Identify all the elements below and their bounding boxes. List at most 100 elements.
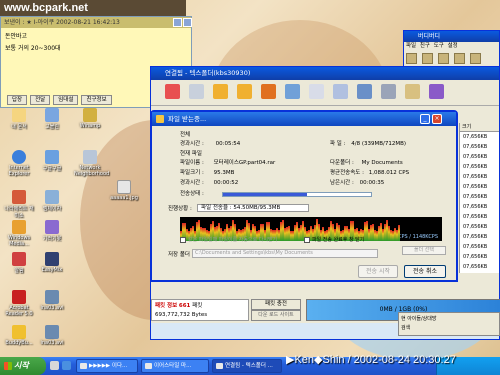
rename-icon[interactable] [333,84,348,99]
desktop-icon-network[interactable]: Network Neighborhood [74,150,109,177]
alarm-icon [12,252,26,266]
avg-speed-row: 평균전송속도 : 1,088.012 CPS [330,168,409,176]
remain-label: 남은시간 : [330,180,354,186]
download-dialog: 파일 받는중... _ × 전체 경과시간 : 00:05:54 파 일 : 4… [150,110,458,282]
desktop-icon-avi[interactable]: ina03.avi [36,290,68,311]
delete-icon[interactable] [309,84,324,99]
state-label: 전송상태 : [180,191,204,197]
packet-count: 661 [178,303,191,309]
dialog-title: 파일 받는중... [168,115,207,123]
taskbar-item-style[interactable]: 이어스타일 마... [141,359,209,373]
target-label: 다운폴더 : [330,160,354,166]
folder-select-button[interactable]: 폴더 선택 [402,246,446,255]
elapsed2-label: 경과시간 : [180,180,204,186]
desktop-icon-app[interactable]: 나라에리트 재미소 [3,190,35,219]
desktop-icon-internet-explorer[interactable]: Internet Explorer [3,150,35,177]
save-button[interactable]: 임대설 [53,95,79,105]
transfer-rate-box: 파일 전송율 : 54.50MB/95.3MB [197,204,309,212]
close-button[interactable] [183,18,192,27]
filename-row: 파일이름 : 모터레이스GP.part04.rar [180,158,275,166]
file-size-cell: 07,656KB [463,204,488,210]
taskbar-item-memo[interactable]: ▶▶▶▶▶ 이다... [76,359,138,373]
friend-info-button[interactable]: 친구정보 [81,95,112,105]
files-label: 파 일 : [330,141,346,147]
desktop-icon-alarm[interactable]: 알림 [3,252,35,274]
minimize-button[interactable]: _ [420,114,430,124]
desktop-icon-easymix[interactable]: EasyMix [36,252,68,273]
minimize-button[interactable] [173,18,182,27]
settings-icon[interactable] [405,84,420,99]
remain-row: 남은시간 : 00:00:35 [330,178,384,186]
window-icon [216,363,223,369]
file-size-cell: 07,656KB [463,194,488,200]
packet-charge-button[interactable]: 패킷 충전 [251,299,301,310]
list-icon[interactable] [381,84,396,99]
elapsed-value: 00:05:54 [215,141,241,147]
toolbar-icon[interactable] [470,53,481,64]
target-value: My Documents [361,160,403,166]
menu-settings[interactable]: 설정 [448,43,458,49]
desktop-icon-buddybuddy[interactable]: BuddyBu... [3,325,35,346]
file-size-column: 크기 07,656KB 07,656KB 07,656KB 07,656KB 0… [459,123,499,273]
desktop-icon-app3[interactable]: 기러기봇 [36,220,68,242]
new-folder-icon[interactable] [237,84,252,99]
desktop-icon-my-documents[interactable]: 내 문서 [3,108,35,130]
menu-file[interactable]: 파일 [406,43,416,49]
desktop-icon-acrobat[interactable]: Acrobat Reader 5.0 [3,290,35,317]
reply-button[interactable]: 답장 [7,95,28,105]
toolbar-icon[interactable] [438,53,449,64]
option-auto-rename[interactable]: 같은 파일일때 파일이름 자동으로 다시받기 [180,236,277,243]
ie-icon [12,150,26,164]
remain-value: 00:00:35 [359,180,385,186]
desktop-icon-google[interactable]: 구글구글 [36,150,68,172]
save-path-field[interactable]: C:\Documents and Settings\kbs\My Documen… [192,249,378,258]
graph-bar [398,224,400,241]
desktop-icon-avi2[interactable]: ina03.avi [36,325,68,346]
size-column-header[interactable]: 크기 [460,123,499,132]
toolbar-icon[interactable] [454,53,465,64]
checkbox[interactable] [180,236,186,243]
download-site-button[interactable]: 다운 로드 사이트 [251,310,301,321]
help-icon[interactable] [429,84,444,99]
packet-info-label: 패킷 정보 [155,303,178,309]
menu-tools[interactable]: 도구 [434,43,444,49]
network-icon [83,150,97,164]
desktop-icon-media-player[interactable]: Windows Media... [3,220,35,247]
user-search-button[interactable]: 검색 [401,324,497,333]
file-size-cell: 07,656KB [463,164,488,170]
user-list-header: 현 아이들/상대방 [401,316,437,322]
option-close-on-complete[interactable]: 파일 전송 완료후 창 닫기 [304,236,364,243]
taskbar-item-filemanager[interactable]: 연결됨 - 텍스폴더 ... [212,359,282,373]
desktop-icon-app2[interactable]: 엠제이자 [36,190,68,212]
view-icon[interactable] [357,84,372,99]
start-button[interactable]: 시작 [0,357,46,375]
upload-icon[interactable] [261,84,276,99]
tool-icon[interactable] [189,84,204,99]
refresh-icon[interactable] [285,84,300,99]
desktop-icon-winamp[interactable]: Winamp [74,108,106,129]
dialog-titlebar: 파일 받는중... _ × [152,112,456,126]
ie-quicklaunch-icon[interactable] [62,361,71,370]
folder-up-icon[interactable] [213,84,228,99]
current-file-label: 현재 파일 [180,151,202,157]
file-size-cell: 07,656KB [463,264,488,270]
file-size-cell: 07,656KB [463,134,488,140]
cancel-transfer-button[interactable]: 전송 취소 [404,265,446,278]
elapsed-row: 경과시간 : 00:05:54 [180,139,240,147]
section-label: 전체 [180,132,191,138]
checkbox[interactable] [304,236,310,243]
toolbar-icon[interactable] [406,53,417,64]
packet-unit: 패킷 [192,303,203,309]
menu-friend[interactable]: 친구 [420,43,430,49]
desktop-icon-jpg[interactable]: aaaaa1.jpg [108,180,140,201]
forward-button[interactable]: 전달 [30,95,51,105]
start-transfer-button[interactable]: 전송 시작 [358,265,398,278]
file-progress-fill [223,193,308,196]
close-button[interactable]: × [432,114,442,124]
desktop-icon-goblin[interactable]: 고블린 [36,108,68,130]
disconnect-icon[interactable] [165,84,180,99]
capture-stamp: ▶Ken◆Shin / 2002-08-24 20:30:27 [286,354,456,366]
show-desktop-icon[interactable] [50,361,59,370]
file-size-cell: 07,656KB [463,154,488,160]
toolbar-icon[interactable] [422,53,433,64]
